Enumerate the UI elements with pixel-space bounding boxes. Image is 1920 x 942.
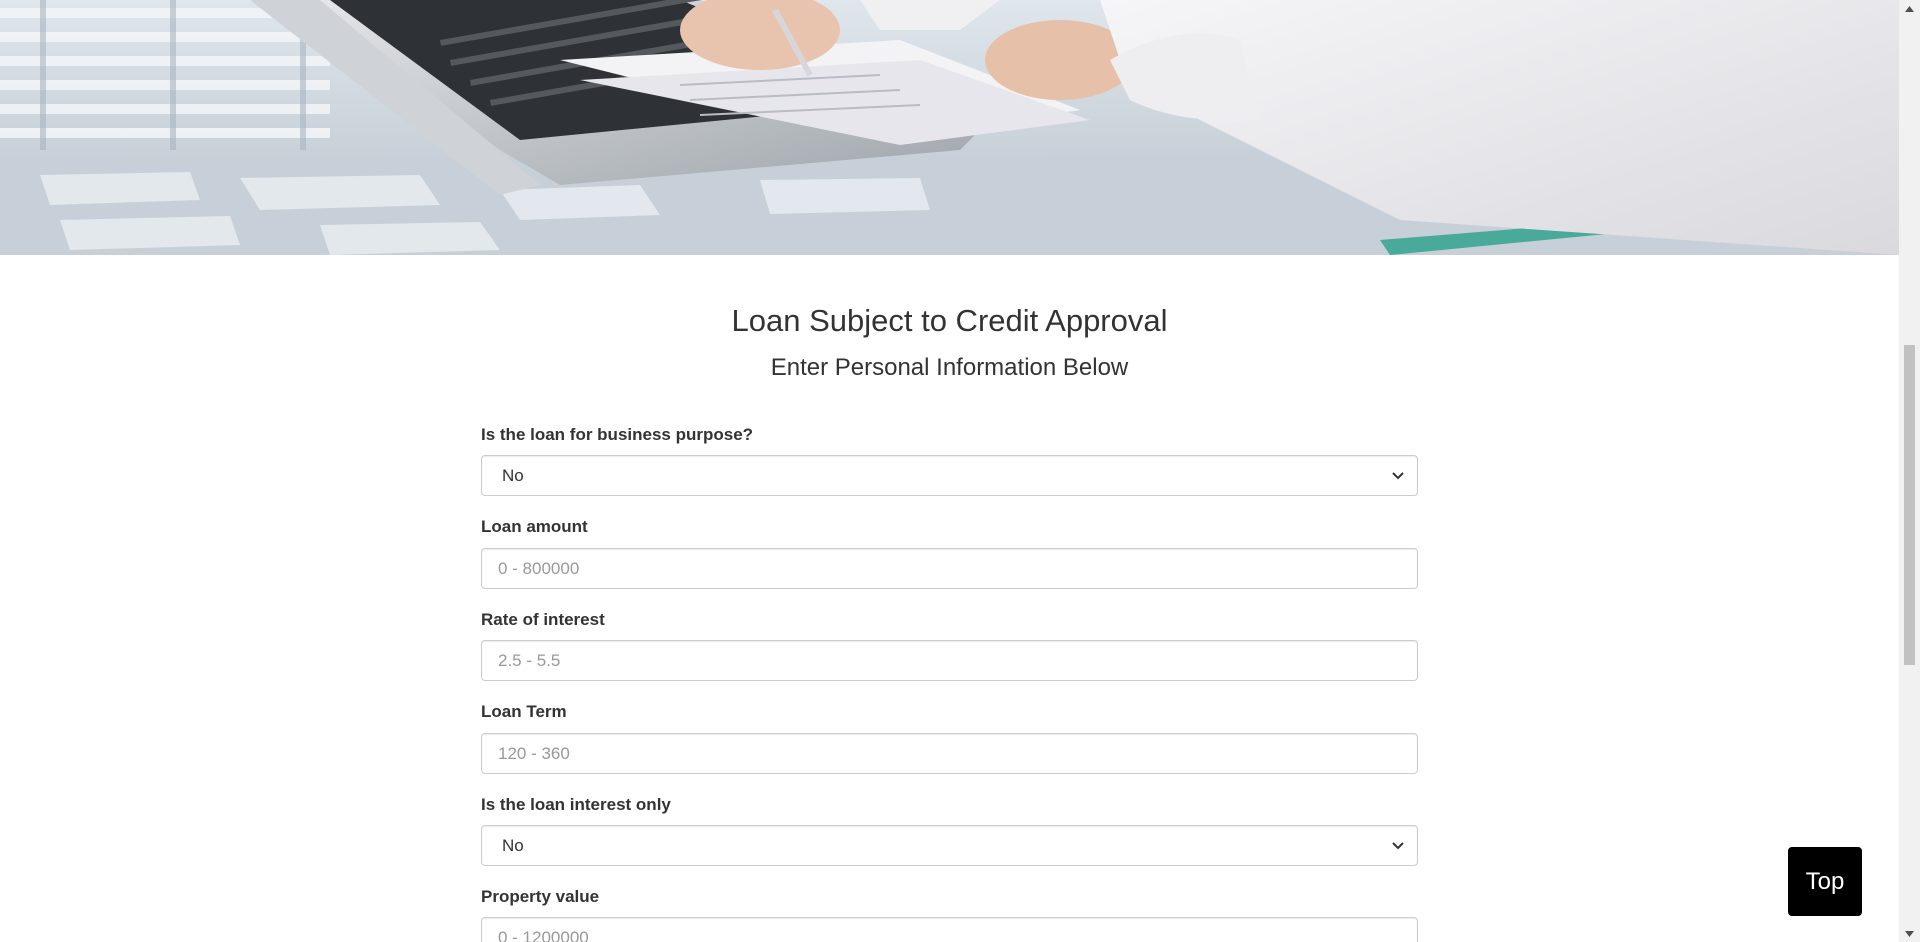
scroll-down-arrow-icon[interactable]: [1899, 925, 1920, 942]
interest-only-label: Is the loan interest only: [481, 795, 671, 814]
interest-only-value: No: [502, 835, 524, 855]
scroll-up-arrow-icon[interactable]: [1899, 0, 1920, 17]
browser-viewport: Loan Subject to Credit Approval Enter Pe…: [0, 0, 1920, 942]
loan-term-label: Loan Term: [481, 702, 567, 721]
property-value-input[interactable]: [481, 917, 1418, 942]
chevron-down-icon: [1391, 839, 1405, 853]
rate-of-interest-input[interactable]: [481, 640, 1418, 681]
loan-amount-input[interactable]: [481, 548, 1418, 589]
page-title: Loan Subject to Credit Approval: [731, 303, 1168, 338]
chevron-down-icon: [1391, 469, 1405, 483]
business-purpose-label: Is the loan for business purpose?: [481, 425, 754, 444]
interest-only-select[interactable]: No: [481, 825, 1418, 866]
rate-of-interest-label: Rate of interest: [481, 610, 605, 629]
hero-banner: [0, 0, 1899, 255]
property-value-label: Property value: [481, 887, 600, 906]
vertical-scrollbar[interactable]: [1899, 0, 1920, 942]
page-subtitle: Enter Personal Information Below: [770, 354, 1129, 381]
back-to-top-button[interactable]: Top: [1788, 847, 1862, 916]
loan-term-input[interactable]: [481, 733, 1418, 774]
scrollbar-thumb[interactable]: [1904, 345, 1915, 665]
business-purpose-select[interactable]: No: [481, 455, 1418, 496]
business-purpose-value: No: [502, 465, 524, 485]
page-content: Loan Subject to Credit Approval Enter Pe…: [0, 0, 1899, 942]
loan-amount-label: Loan amount: [481, 517, 588, 536]
hero-office-image: [0, 0, 1899, 255]
